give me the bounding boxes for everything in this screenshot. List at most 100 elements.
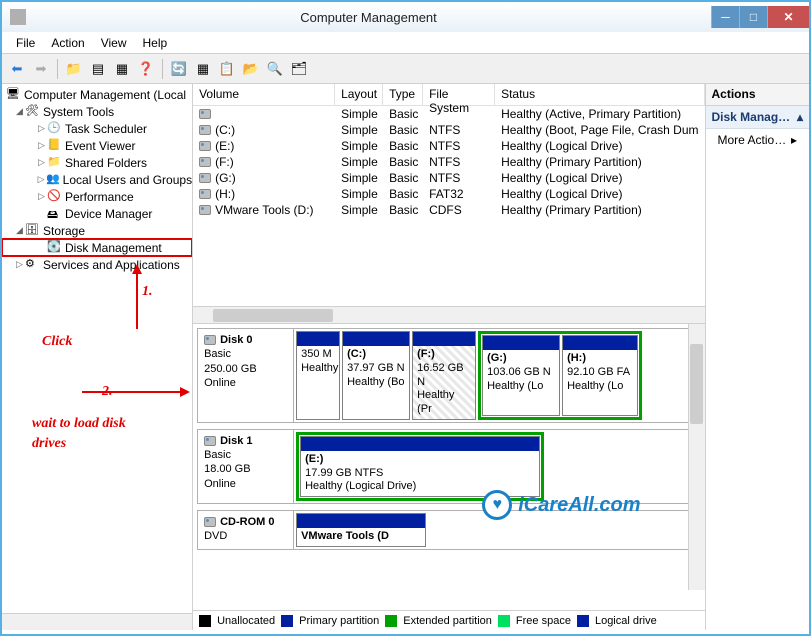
menu-help[interactable]: Help [135, 34, 176, 52]
expand-icon[interactable]: ▷ [36, 140, 47, 151]
tree-event-viewer[interactable]: ▷📒Event Viewer [2, 137, 192, 154]
tools-icon: 🛠 [25, 104, 41, 120]
refresh-button[interactable]: 🔄 [168, 58, 190, 80]
legend-extended-label: Extended partition [403, 615, 492, 627]
partition[interactable]: VMware Tools (D [296, 513, 426, 547]
partition-label: VMware Tools (D [301, 530, 421, 544]
tool-btn-6[interactable]: ▦ [192, 58, 214, 80]
partition-size: 37.97 GB N [347, 362, 405, 376]
partition[interactable]: (F:)16.52 GB NHealthy (Pr [412, 331, 476, 420]
show-hide-tree-button[interactable]: ▤ [87, 58, 109, 80]
tree-services-apps[interactable]: ▷⚙Services and Applications [2, 256, 192, 273]
minimize-button[interactable]: ─ [711, 6, 739, 28]
navigation-tree: 🖥 Computer Management (Local ◢ 🛠 System … [2, 84, 193, 630]
tree-hscrollbar[interactable] [2, 613, 192, 630]
tree-system-tools[interactable]: ◢ 🛠 System Tools [2, 103, 192, 120]
partition-status: Healthy (Lo [487, 380, 555, 394]
users-icon: 👥 [46, 172, 61, 188]
volume-icon [199, 109, 211, 119]
tree-label: Event Viewer [65, 139, 135, 153]
up-button[interactable]: 📁 [63, 58, 85, 80]
volume-type: Basic [383, 203, 423, 217]
partition[interactable]: (H:)92.10 GB FAHealthy (Lo [562, 335, 638, 416]
partition-label: (F:) [417, 348, 471, 362]
close-button[interactable]: ✕ [767, 6, 809, 28]
forward-button[interactable]: ➡ [30, 58, 52, 80]
menu-action[interactable]: Action [43, 34, 92, 52]
tree-performance[interactable]: ▷🚫Performance [2, 188, 192, 205]
disk-state: Online [204, 477, 287, 491]
col-type[interactable]: Type [383, 84, 423, 105]
partition-size: 350 M [301, 348, 335, 362]
volume-row[interactable]: (E:)SimpleBasicNTFSHealthy (Logical Driv… [193, 138, 704, 154]
volume-status: Healthy (Logical Drive) [495, 171, 704, 185]
collapse-icon[interactable]: ◢ [14, 225, 25, 236]
tree-storage[interactable]: ◢🗄Storage [2, 222, 192, 239]
volume-row[interactable]: (F:)SimpleBasicNTFSHealthy (Primary Part… [193, 154, 704, 170]
volume-header: Volume Layout Type File System Status [193, 84, 704, 106]
col-layout[interactable]: Layout [335, 84, 383, 105]
menu-view[interactable]: View [93, 34, 135, 52]
arrow-up-icon [122, 264, 152, 334]
col-volume[interactable]: Volume [193, 84, 335, 105]
extended-partition-group: (G:)103.06 GB NHealthy (Lo(H:)92.10 GB F… [478, 331, 642, 420]
volume-fs: NTFS [423, 171, 495, 185]
legend-free-label: Free space [516, 615, 571, 627]
maximize-button[interactable]: □ [739, 6, 767, 28]
help-toolbar-button[interactable]: ❓ [135, 58, 157, 80]
volume-icon [199, 173, 211, 183]
tool-btn-8[interactable]: 📂 [240, 58, 262, 80]
actions-pane: Actions Disk Manag… ▴ More Actio… ▸ [706, 84, 810, 630]
disk-label[interactable]: Disk 0Basic250.00 GBOnline [198, 329, 294, 422]
expand-icon[interactable]: ▷ [36, 123, 47, 134]
partition-label: (C:) [347, 348, 405, 362]
menu-file[interactable]: File [8, 34, 43, 52]
volume-row[interactable]: (C:)SimpleBasicNTFSHealthy (Boot, Page F… [193, 122, 704, 138]
volume-row[interactable]: (G:)SimpleBasicNTFSHealthy (Logical Driv… [193, 170, 704, 186]
volume-row[interactable]: VMware Tools (D:)SimpleBasicCDFSHealthy … [193, 202, 704, 218]
expand-icon[interactable]: ▷ [36, 157, 47, 168]
disk-icon [204, 517, 216, 527]
disk-label[interactable]: Disk 1Basic18.00 GBOnline [198, 430, 294, 503]
tree-local-users[interactable]: ▷👥Local Users and Groups [2, 171, 192, 188]
tool-btn-7[interactable]: 📋 [216, 58, 238, 80]
actions-more[interactable]: More Actio… ▸ [706, 129, 810, 151]
volume-status: Healthy (Boot, Page File, Crash Dum [495, 123, 704, 137]
volume-layout: Simple [335, 139, 383, 153]
volume-hscrollbar[interactable] [193, 306, 704, 323]
collapse-icon[interactable]: ◢ [14, 106, 25, 117]
volume-name: (E:) [215, 139, 234, 153]
volume-layout: Simple [335, 107, 383, 121]
expand-icon[interactable]: ▷ [14, 259, 25, 270]
col-status[interactable]: Status [495, 84, 704, 105]
partition[interactable]: (C:)37.97 GB NHealthy (Bo [342, 331, 410, 420]
disk-label[interactable]: CD-ROM 0DVD [198, 511, 294, 549]
disk-graphics: Disk 0Basic250.00 GBOnline350 MHealthy(C… [193, 324, 704, 610]
partition-status: Healthy (Pr [417, 389, 471, 417]
tree-device-manager[interactable]: 🖴Device Manager [2, 205, 192, 222]
actions-more-label: More Actio… [718, 133, 787, 147]
tree-shared-folders[interactable]: ▷📁Shared Folders [2, 154, 192, 171]
partition[interactable]: 350 MHealthy [296, 331, 340, 420]
partition[interactable]: (E:)17.99 GB NTFSHealthy (Logical Drive) [300, 436, 540, 497]
annotation-wait: wait to load disk drives [32, 414, 152, 453]
volume-row[interactable]: (H:)SimpleBasicFAT32Healthy (Logical Dri… [193, 186, 704, 202]
back-button[interactable]: ⬅ [6, 58, 28, 80]
tree-disk-management[interactable]: 💽Disk Management [2, 239, 192, 256]
col-filesystem[interactable]: File System [423, 84, 495, 105]
partition[interactable]: (G:)103.06 GB NHealthy (Lo [482, 335, 560, 416]
volume-type: Basic [383, 155, 423, 169]
tool-btn-10[interactable]: 🗂 [288, 58, 310, 80]
tree-task-scheduler[interactable]: ▷🕒Task Scheduler [2, 120, 192, 137]
menubar: File Action View Help [2, 32, 809, 54]
tree-root[interactable]: 🖥 Computer Management (Local [2, 86, 192, 103]
volume-fs: NTFS [423, 123, 495, 137]
volume-layout: Simple [335, 123, 383, 137]
expand-icon[interactable]: ▷ [36, 174, 46, 185]
content-vscrollbar[interactable] [688, 324, 705, 590]
expand-icon[interactable]: ▷ [36, 191, 47, 202]
tool-btn-9[interactable]: 🔍 [264, 58, 286, 80]
actions-group[interactable]: Disk Manag… ▴ [706, 106, 810, 129]
properties-button[interactable]: ▦ [111, 58, 133, 80]
volume-status: Healthy (Primary Partition) [495, 203, 704, 217]
